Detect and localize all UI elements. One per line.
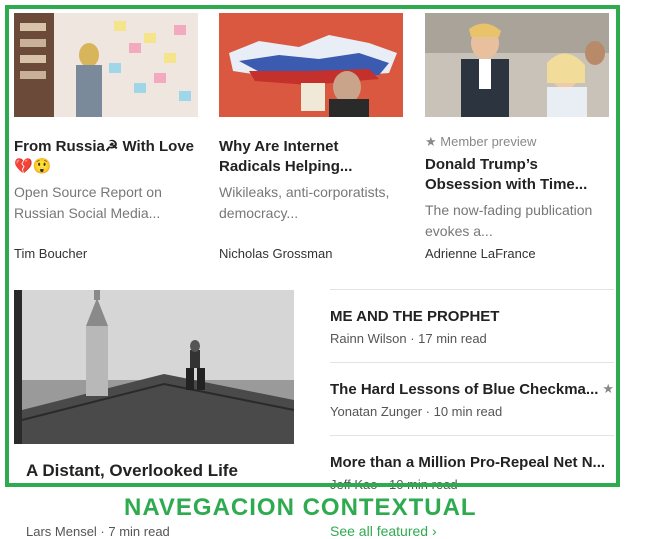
story-card-1[interactable]: From Russia☭ With Love 💔😲 Open Source Re… xyxy=(14,13,198,261)
story-title[interactable]: Donald Trump’s Obsession with Time... xyxy=(425,155,609,195)
list-item-title[interactable]: More than a Million Pro-Repeal Net N... xyxy=(330,454,614,471)
member-preview-text: Member preview xyxy=(440,134,537,149)
list-item-meta[interactable]: Yonatan Zunger · 10 min read xyxy=(330,404,614,419)
story-title[interactable]: From Russia☭ With Love 💔😲 xyxy=(14,137,198,177)
story-description: The now-fading publication evokes a... xyxy=(425,202,593,239)
story-card-3[interactable]: ★ Member preview Donald Trump’s Obsessio… xyxy=(425,13,609,261)
story-description: Open Source Report on Russian Social Med… xyxy=(14,184,162,221)
divider xyxy=(330,435,614,436)
featured-image[interactable] xyxy=(14,290,314,444)
star-icon[interactable]: ★ xyxy=(602,381,614,397)
story-author[interactable]: Adrienne LaFrance xyxy=(425,246,536,261)
list-item[interactable]: ME AND THE PROPHET Rainn Wilson · 17 min… xyxy=(330,308,614,346)
annotation-label: NAVEGACION CONTEXTUAL xyxy=(124,494,477,521)
story-thumbnail[interactable] xyxy=(219,13,403,117)
member-preview-label: ★ Member preview xyxy=(425,133,609,151)
story-title[interactable]: Why Are Internet Radicals Helping... xyxy=(219,137,403,177)
list-item[interactable]: More than a Million Pro-Repeal Net N... … xyxy=(330,454,614,492)
star-icon: ★ xyxy=(425,134,437,149)
divider xyxy=(330,289,614,290)
divider xyxy=(330,362,614,363)
list-item[interactable]: The Hard Lessons of Blue Checkma... ★ Yo… xyxy=(330,381,614,419)
story-author[interactable]: Tim Boucher xyxy=(14,246,87,261)
list-item-meta[interactable]: Jeff Kao · 10 min read xyxy=(330,477,614,492)
story-thumbnail[interactable] xyxy=(425,13,609,117)
story-thumbnail[interactable] xyxy=(14,13,198,117)
story-author[interactable]: Nicholas Grossman xyxy=(219,246,332,261)
story-description: Wikileaks, anti-corporatists, democracy.… xyxy=(219,184,390,221)
list-item-title[interactable]: ME AND THE PROPHET xyxy=(330,308,614,325)
list-item-meta[interactable]: Rainn Wilson · 17 min read xyxy=(330,331,614,346)
story-card-2[interactable]: Why Are Internet Radicals Helping... Wik… xyxy=(219,13,403,261)
list-item-title[interactable]: The Hard Lessons of Blue Checkma... xyxy=(330,381,598,398)
featured-title[interactable]: A Distant, Overlooked Life xyxy=(26,461,238,481)
